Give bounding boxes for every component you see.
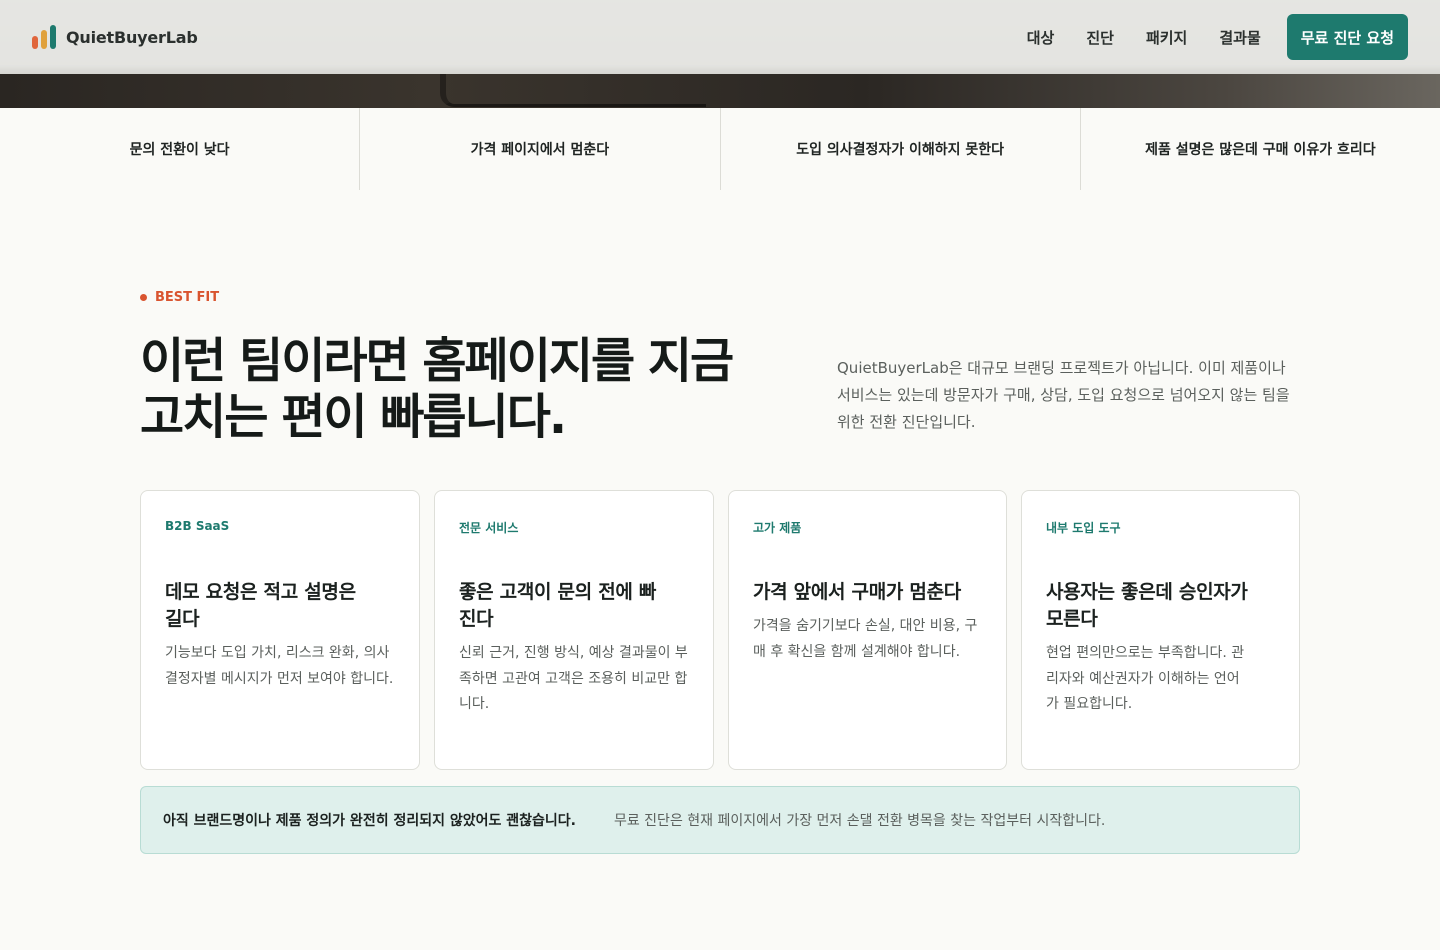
nav-link-diagnosis[interactable]: 진단: [1086, 27, 1114, 48]
card-title: 가격 앞에서 구매가 멈춘다: [753, 581, 961, 603]
card-text: 신뢰 근거, 진행 방식, 예상 결과물이 부족하면 고관여 고객은 조용히 비…: [459, 645, 688, 712]
card-title: 사용자는 좋은데 승인자가 모른다: [1046, 581, 1248, 630]
site-header: QuietBuyerLab 대상 진단 패키지 결과물 무료 진단 요청: [0, 0, 1440, 74]
pain-point-item: 제품 설명은 많은데 구매 이유가 흐리다: [1079, 108, 1440, 190]
fit-card-list: B2B SaaS 데모 요청은 적고 설명은 길다 기능보다 도입 가치, 리스…: [140, 490, 1300, 770]
card-text: 현업 편의만으로는 부족합니다. 관리자와 예산권자가 이해하는 언어가 필요합…: [1046, 645, 1245, 712]
reassurance-note: 아직 브랜드명이나 제품 정의가 완전히 정리되지 않았어도 괜찮습니다. 무료…: [140, 786, 1300, 854]
pain-point-item: 가격 페이지에서 멈춘다: [359, 108, 719, 190]
fit-card: 전문 서비스 좋은 고객이 문의 전에 빠진다 신뢰 근거, 진행 방식, 예상…: [434, 490, 714, 770]
card-title: 데모 요청은 적고 설명은 길다: [165, 581, 356, 630]
eyebrow-label: BEST FIT: [155, 290, 220, 305]
best-fit-section: BEST FIT 이런 팀이라면 홈페이지를 지금 고치는 편이 빠릅니다. Q…: [140, 290, 1300, 445]
section-intro: QuietBuyerLab은 대규모 브랜딩 프로젝트가 아닙니다. 이미 제품…: [837, 359, 1290, 431]
hero-image: [0, 74, 1440, 108]
card-tag: B2B SaaS: [165, 519, 230, 533]
card-tag: 내부 도입 도구: [1046, 521, 1121, 535]
nav-link-package[interactable]: 패키지: [1146, 27, 1187, 48]
section-head: 이런 팀이라면 홈페이지를 지금 고치는 편이 빠릅니다. QuietBuyer…: [140, 333, 1300, 445]
section-headline: 이런 팀이라면 홈페이지를 지금 고치는 편이 빠릅니다.: [140, 333, 800, 445]
dot-icon: [140, 294, 147, 301]
card-text: 가격을 숨기기보다 손실, 대안 비용, 구매 후 확신을 함께 설계해야 합니…: [753, 618, 978, 660]
note-headline: 아직 브랜드명이나 제품 정의가 완전히 정리되지 않았어도 괜찮습니다.: [163, 813, 576, 829]
card-text: 기능보다 도입 가치, 리스크 완화, 의사결정자별 메시지가 먼저 보여야 합…: [165, 645, 394, 687]
headline-line-1: 이런 팀이라면 홈페이지를 지금: [140, 333, 734, 389]
brand-logo[interactable]: QuietBuyerLab: [32, 25, 198, 49]
pain-point-item: 도입 의사결정자가 이해하지 못한다: [719, 108, 1080, 190]
free-diagnosis-request-button[interactable]: 무료 진단 요청: [1286, 14, 1408, 60]
nav-link-deliverables[interactable]: 결과물: [1219, 27, 1260, 48]
fit-card: B2B SaaS 데모 요청은 적고 설명은 길다 기능보다 도입 가치, 리스…: [140, 490, 420, 770]
note-text: 무료 진단은 현재 페이지에서 가장 먼저 손댈 전환 병목을 찾는 작업부터 …: [613, 813, 1106, 829]
section-eyebrow: BEST FIT: [140, 290, 1300, 305]
card-tag: 전문 서비스: [459, 521, 519, 535]
nav-link-target[interactable]: 대상: [1027, 27, 1055, 48]
card-tag: 고가 제품: [753, 521, 802, 535]
card-title: 좋은 고객이 문의 전에 빠진다: [459, 581, 657, 630]
brand-name: QuietBuyerLab: [66, 27, 198, 47]
fit-card: 고가 제품 가격 앞에서 구매가 멈춘다 가격을 숨기기보다 손실, 대안 비용…: [728, 490, 1007, 770]
main-nav: 대상 진단 패키지 결과물 무료 진단 요청: [1027, 14, 1408, 60]
fit-card: 내부 도입 도구 사용자는 좋은데 승인자가 모른다 현업 편의만으로는 부족합…: [1021, 490, 1300, 770]
pain-point-item: 문의 전환이 낮다: [129, 142, 230, 158]
bar-chart-logo-icon: [32, 25, 56, 49]
pain-point-strip: 문의 전환이 낮다 가격 페이지에서 멈춘다 도입 의사결정자가 이해하지 못한…: [0, 108, 1440, 190]
headline-line-2: 고치는 편이 빠릅니다.: [140, 389, 567, 445]
